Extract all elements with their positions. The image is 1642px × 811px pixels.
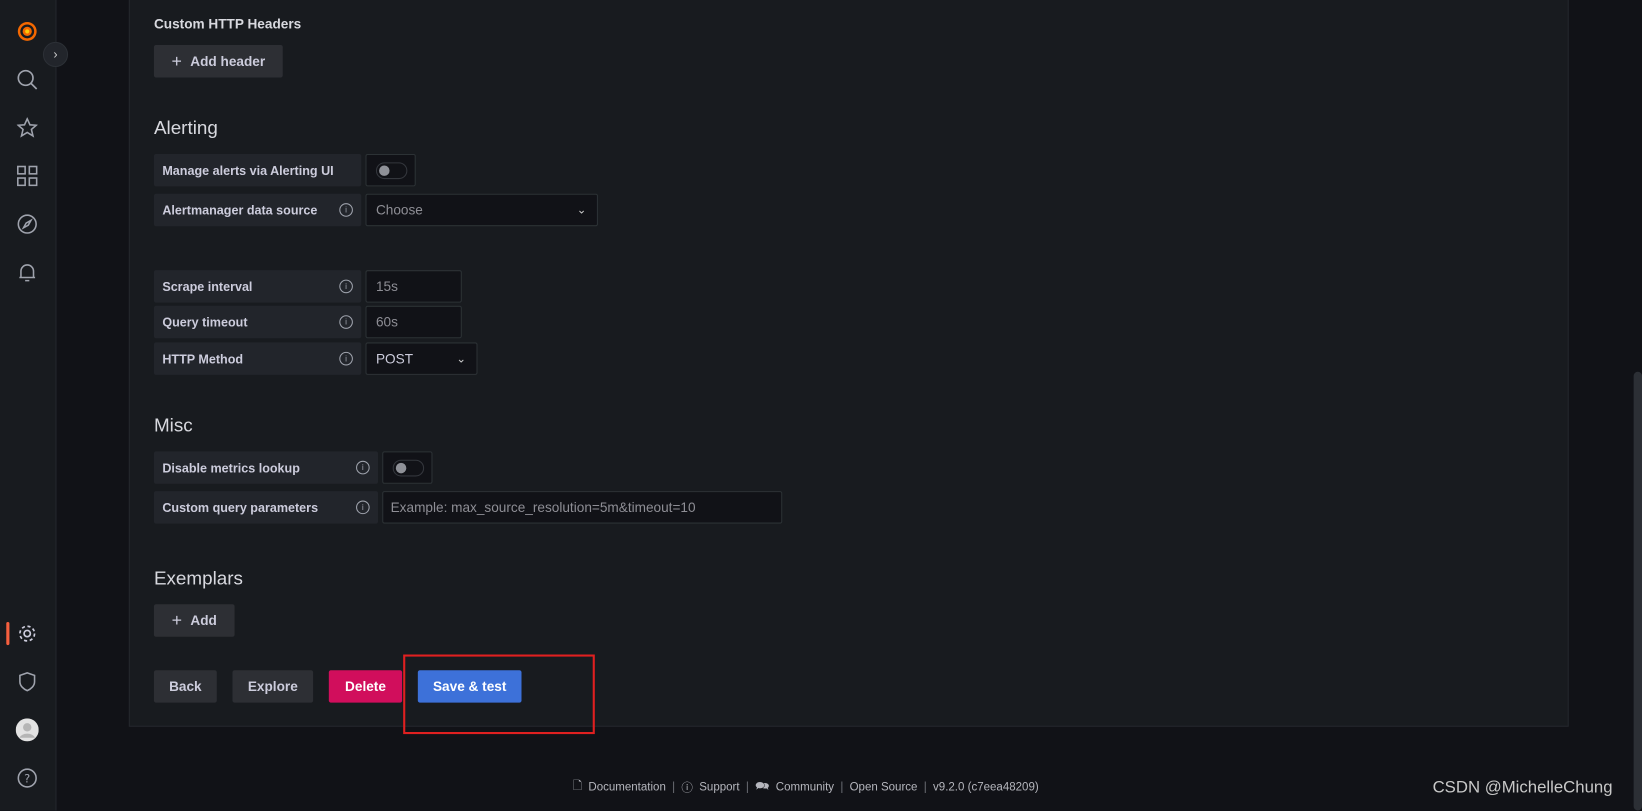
open-source-link[interactable]: Open Source (850, 781, 918, 794)
compass-icon[interactable] (15, 212, 40, 237)
alertmanager-label: Alertmanager data source i (153, 193, 362, 227)
query-timeout-input[interactable]: 60s (365, 305, 462, 339)
scrape-interval-input[interactable]: 15s (365, 270, 462, 303)
http-method-select[interactable]: POST ⌄ (365, 342, 478, 375)
add-header-label: Add header (190, 53, 266, 70)
exemplars-title: Exemplars (153, 567, 243, 589)
scrollbar[interactable] (1633, 371, 1642, 811)
comments-icon: 🗪 (755, 780, 770, 793)
manage-alerts-toggle-box[interactable] (365, 153, 416, 187)
star-icon[interactable] (15, 115, 40, 140)
bell-icon[interactable] (15, 260, 40, 285)
expand-sidebar-button[interactable]: › (42, 41, 69, 68)
alertmanager-select[interactable]: Choose ⌄ (365, 193, 598, 227)
question-icon: ⓘ (681, 781, 693, 795)
grafana-logo-icon[interactable] (15, 19, 40, 44)
chevron-down-icon: ⌄ (456, 352, 467, 366)
http-method-label: HTTP Method i (153, 342, 362, 375)
add-exemplar-button[interactable]: + Add (153, 604, 235, 637)
document-icon: 🗋 (572, 780, 583, 793)
query-timeout-label: Query timeout i (153, 305, 362, 339)
alerting-title: Alerting (153, 117, 218, 139)
search-icon[interactable] (15, 67, 40, 92)
back-button[interactable]: Back (153, 670, 217, 703)
plus-icon: + (171, 50, 182, 71)
info-icon: i (339, 203, 353, 217)
info-icon: i (339, 279, 353, 294)
add-exemplar-label: Add (190, 612, 217, 629)
explore-button[interactable]: Explore (232, 670, 314, 703)
scrape-interval-label: Scrape interval i (153, 270, 362, 303)
info-icon: i (339, 315, 353, 329)
gear-icon[interactable] (15, 621, 40, 646)
chevron-down-icon: ⌄ (576, 204, 587, 217)
custom-headers-title: Custom HTTP Headers (153, 15, 302, 32)
plus-icon: + (171, 609, 183, 630)
sidebar: › ? (0, 0, 69, 811)
svg-text:?: ? (24, 771, 30, 785)
dashboards-icon[interactable] (15, 163, 40, 188)
custom-query-input[interactable]: Example: max_source_resolution=5m&timeou… (382, 491, 783, 524)
disable-metrics-label: Disable metrics lookup i (153, 451, 379, 484)
highlight-box (403, 654, 595, 735)
disable-metrics-toggle-box[interactable] (382, 451, 433, 484)
info-icon: i (339, 351, 353, 366)
active-indicator (6, 622, 10, 646)
help-icon[interactable]: ? (15, 766, 40, 791)
info-icon: i (356, 500, 370, 515)
support-link[interactable]: Support (699, 781, 739, 794)
watermark: CSDN @MichelleChung (1432, 779, 1613, 797)
footer: 🗋 Documentation | ⓘ Support | 🗪 Community | Op… (573, 777, 1039, 797)
custom-query-label: Custom query parameters i (153, 491, 379, 524)
disable-metrics-toggle[interactable] (392, 459, 425, 477)
misc-title: Misc (153, 414, 193, 436)
add-header-button[interactable]: + Add header (153, 45, 283, 78)
info-icon: i (356, 460, 370, 475)
community-link[interactable]: Community (776, 781, 834, 794)
manage-alerts-label: Manage alerts via Alerting UI (153, 153, 362, 187)
documentation-link[interactable]: Documentation (588, 781, 665, 794)
version-text: v9.2.0 (c7eea48209) (933, 780, 1039, 794)
avatar[interactable] (15, 717, 40, 742)
manage-alerts-toggle[interactable] (375, 162, 408, 180)
shield-icon[interactable] (15, 669, 40, 694)
delete-button[interactable]: Delete (328, 670, 403, 703)
